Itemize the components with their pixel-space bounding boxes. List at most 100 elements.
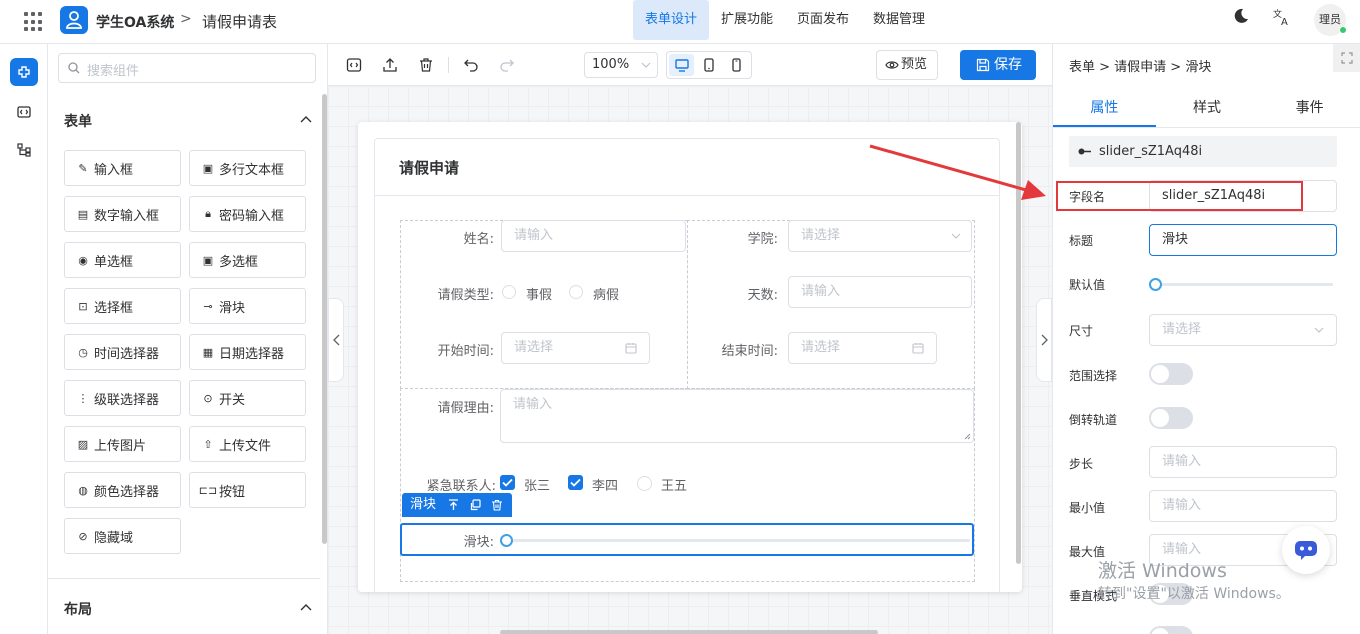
days-input[interactable]: 请输入 <box>788 276 972 308</box>
range-switch[interactable] <box>1149 363 1193 385</box>
nav-page-publish[interactable]: 页面发布 <box>785 0 861 40</box>
min-label: 最小值 <box>1069 501 1106 515</box>
nav-form-design[interactable]: 表单设计 <box>633 0 710 40</box>
palette-upload-image[interactable]: ▨ 上传图片 <box>64 426 181 462</box>
undo-icon[interactable] <box>463 57 479 73</box>
move-up-icon[interactable] <box>448 499 459 511</box>
palette-upload-file[interactable]: ⇧ 上传文件 <box>189 426 306 462</box>
copy-icon[interactable] <box>469 499 481 511</box>
check-icon <box>502 478 513 487</box>
slider-track[interactable] <box>506 539 970 542</box>
palette-textarea[interactable]: ▣ 多行文本框 <box>189 150 306 186</box>
palette-slider[interactable]: ⊸ 滑块 <box>189 288 306 324</box>
preview-label: 预览 <box>901 57 928 72</box>
dark-mode-icon[interactable] <box>1233 8 1249 28</box>
tree-tab-icon[interactable] <box>10 136 38 164</box>
chevron-up-icon[interactable] <box>300 115 312 123</box>
pencil-icon: ✎ <box>78 161 88 175</box>
save-button[interactable]: 保存 <box>960 50 1036 80</box>
cascader-icon: ⋮ <box>77 391 89 405</box>
code-view-icon[interactable] <box>346 57 362 73</box>
end-time-picker[interactable]: 请选择 <box>788 332 937 364</box>
palette-date-picker[interactable]: ▦ 日期选择器 <box>189 334 306 370</box>
radio-label-sick: 病假 <box>593 288 620 303</box>
size-select[interactable]: 请选择 <box>1149 314 1337 346</box>
check-icon <box>570 478 581 487</box>
collapse-right-button[interactable] <box>1036 298 1052 382</box>
apps-grid-icon[interactable] <box>24 12 44 32</box>
switch-icon: ⊙ <box>203 391 213 405</box>
tab-attributes[interactable]: 属性 <box>1053 88 1156 127</box>
redo-icon[interactable] <box>499 57 515 73</box>
tab-styles[interactable]: 样式 <box>1156 88 1259 127</box>
palette-hidden-field[interactable]: ⊘ 隐藏域 <box>64 518 181 554</box>
radio-sick-leave[interactable] <box>569 285 583 299</box>
nav-extensions[interactable]: 扩展功能 <box>709 0 785 40</box>
components-tab-icon[interactable] <box>10 58 38 86</box>
mobile-icon[interactable] <box>724 54 749 76</box>
collapse-left-button[interactable] <box>328 298 344 382</box>
windows-watermark-subtitle: 转到"设置"以激活 Windows。 <box>1098 586 1290 602</box>
slider-component[interactable]: 滑块: <box>400 523 974 556</box>
title-label: 标题 <box>1069 234 1094 248</box>
selected-component-toolbar: 滑块 <box>402 493 512 517</box>
palette-switch[interactable]: ⊙ 开关 <box>189 380 306 416</box>
range-label: 范围选择 <box>1069 369 1118 383</box>
palette-input[interactable]: ✎ 输入框 <box>64 150 181 186</box>
palette-radio[interactable]: ◉ 单选框 <box>64 242 181 278</box>
preview-button[interactable]: 预览 <box>876 50 938 80</box>
upload-icon[interactable] <box>382 57 398 73</box>
calendar-icon <box>912 343 924 354</box>
palette-number-input[interactable]: ▤ 数字输入框 <box>64 196 181 232</box>
reason-textarea[interactable]: 请输入 <box>500 389 974 443</box>
palette-scrollbar[interactable] <box>322 94 327 544</box>
app-name[interactable]: 学生OA系统 <box>96 12 174 32</box>
palette-checkbox[interactable]: ▣ 多选框 <box>189 242 306 278</box>
checkbox-wangwu[interactable] <box>637 476 652 491</box>
size-label: 尺寸 <box>1069 324 1094 338</box>
chevron-up-icon[interactable] <box>300 603 312 611</box>
radio-personal-leave[interactable] <box>502 285 516 299</box>
default-value-slider-track[interactable] <box>1157 283 1333 286</box>
translate-icon[interactable]: 文A <box>1273 8 1291 30</box>
resize-handle-icon[interactable] <box>964 433 971 440</box>
chat-assistant-button[interactable] <box>1282 526 1330 574</box>
nav-data-management[interactable]: 数据管理 <box>861 0 937 40</box>
number-input-icon: ▤ <box>77 207 89 221</box>
min-input[interactable]: 请输入 <box>1149 490 1337 522</box>
slider-handle[interactable] <box>500 534 513 547</box>
palette-color-picker[interactable]: ◍ 颜色选择器 <box>64 472 181 508</box>
palette-time-picker[interactable]: ◷ 时间选择器 <box>64 334 181 370</box>
component-search-input[interactable]: 搜索组件 <box>58 53 316 83</box>
top-bar: 学生OA系统 > 请假申请表 表单设计 扩展功能 页面发布 数据管理 文A 理员 <box>0 0 1360 44</box>
tab-events[interactable]: 事件 <box>1258 88 1360 127</box>
search-icon <box>68 62 80 74</box>
name-input[interactable]: 请输入 <box>501 220 686 252</box>
canvas-scrollbar-vertical[interactable] <box>1016 122 1021 564</box>
top-nav: 表单设计 扩展功能 页面发布 数据管理 <box>633 0 937 40</box>
checkbox-zhangsan[interactable] <box>500 475 515 490</box>
default-value-slider-handle[interactable] <box>1149 278 1162 291</box>
tablet-icon[interactable] <box>696 54 721 76</box>
start-time-picker[interactable]: 请选择 <box>501 332 650 364</box>
reverse-switch[interactable] <box>1149 407 1193 429</box>
step-input[interactable]: 请输入 <box>1149 446 1337 478</box>
title-input[interactable]: 滑块 <box>1149 224 1337 256</box>
palette-button[interactable]: ⊏⊐ 按钮 <box>189 472 306 508</box>
user-avatar[interactable]: 理员 <box>1314 4 1347 36</box>
chevron-down-icon <box>951 233 961 239</box>
delete-icon[interactable] <box>491 499 503 511</box>
delete-icon[interactable] <box>418 57 434 73</box>
college-select[interactable]: 请选择 <box>788 220 972 252</box>
palette-password-input[interactable]: 🔒︎ 密码输入框 <box>189 196 306 232</box>
canvas-scrollbar-horizontal[interactable] <box>500 630 878 634</box>
zoom-select[interactable]: 100% <box>584 52 658 78</box>
desktop-icon[interactable] <box>669 54 695 76</box>
checkbox-lisi[interactable] <box>568 475 583 490</box>
palette-select[interactable]: ⊡ 选择框 <box>64 288 181 324</box>
palette-cascader[interactable]: ⋮ 级联选择器 <box>64 380 181 416</box>
expand-panel-icon[interactable] <box>1333 44 1360 72</box>
code-tab-icon[interactable] <box>10 98 38 126</box>
next-option-switch[interactable] <box>1149 626 1193 634</box>
eye-icon <box>885 61 899 69</box>
